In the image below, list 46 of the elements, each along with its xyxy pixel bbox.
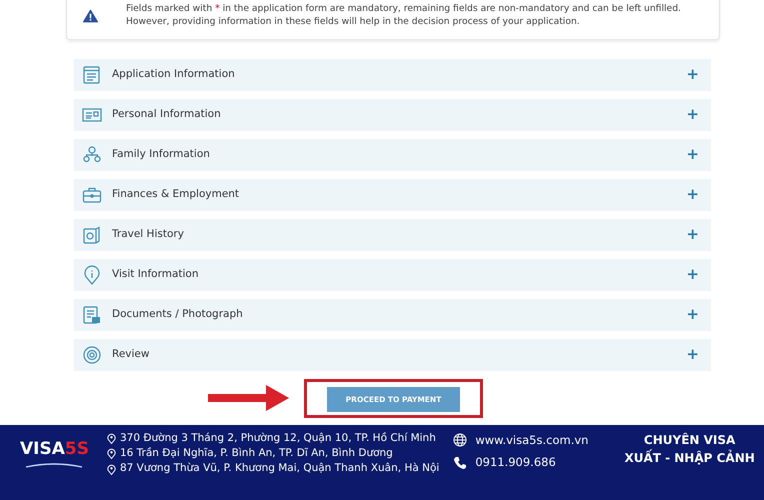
section-title: Family Information bbox=[112, 146, 211, 162]
expand-toggle[interactable]: + bbox=[686, 227, 699, 242]
website-text: www.visa5s.com.vn bbox=[475, 432, 588, 449]
slogan-text: CHUYÊN VISA bbox=[642, 432, 736, 449]
expand-toggle[interactable]: + bbox=[686, 267, 699, 282]
location-pin-icon bbox=[106, 433, 116, 444]
info-pin-icon bbox=[82, 264, 102, 285]
section-title: Application Information bbox=[112, 66, 236, 82]
expand-toggle[interactable]: + bbox=[686, 307, 699, 322]
section-title: Personal Information bbox=[112, 106, 222, 122]
accordion-header[interactable]: Family Information + bbox=[74, 138, 711, 171]
address-text: 87 Vương Thừa Vũ, P. Khương Mai, Quận Thanh Xuân, Hà Nội bbox=[120, 461, 440, 476]
document-icon bbox=[82, 304, 102, 325]
accordion-header[interactable]: Review + bbox=[74, 338, 711, 371]
section-title: Documents / Photograph bbox=[112, 306, 244, 322]
section-title: Finances & Employment bbox=[112, 186, 240, 202]
logo: VISA5S bbox=[20, 438, 89, 461]
section-title: Visit Information bbox=[112, 266, 200, 282]
accordion-header[interactable]: Finances & Employment + bbox=[74, 178, 711, 211]
logo-swoosh-icon bbox=[24, 462, 84, 468]
expand-toggle[interactable]: + bbox=[686, 107, 699, 122]
expand-toggle[interactable]: + bbox=[686, 147, 699, 162]
location-pin-icon bbox=[106, 464, 116, 475]
form-icon bbox=[82, 64, 102, 85]
address-text: 16 Trần Đại Nghĩa, P. Bình An, TP. Dĩ An, Bình Dương bbox=[120, 446, 393, 462]
family-tree-icon bbox=[82, 144, 102, 165]
phone-number: 0911.909.686 bbox=[475, 454, 556, 472]
expand-toggle[interactable]: + bbox=[686, 67, 699, 82]
section-title: Review bbox=[112, 346, 150, 362]
notice-text: Fields marked with * in the application form are mandatory, remaining fields are non-mandatory and can be left unfilled. However, providing information in these fields will help in the decision process of your application. bbox=[126, 3, 682, 29]
location-pin-icon bbox=[106, 448, 116, 460]
accordion-header[interactable]: Personal Information + bbox=[74, 98, 711, 131]
target-icon bbox=[82, 344, 102, 365]
accordion-header[interactable]: Travel History + bbox=[74, 218, 711, 251]
accordion-header[interactable]: Visit Information + bbox=[74, 258, 711, 291]
globe-icon bbox=[453, 433, 468, 448]
expand-toggle[interactable]: + bbox=[686, 187, 699, 202]
arrow-icon bbox=[208, 383, 290, 414]
slogan-text: XUẤT - NHẬP CẢNH bbox=[624, 449, 755, 467]
expand-toggle[interactable]: + bbox=[686, 347, 699, 362]
address-text: 370 Đường 3 Tháng 2, Phường 12, Quận 10, TP. Hồ Chí Minh bbox=[120, 431, 436, 446]
section-title: Travel History bbox=[112, 226, 185, 242]
phone-icon bbox=[453, 456, 468, 470]
accordion-header[interactable]: Application Information + bbox=[74, 58, 711, 91]
accordion-header[interactable]: Documents / Photograph + bbox=[74, 298, 711, 331]
passport-icon bbox=[82, 224, 102, 245]
